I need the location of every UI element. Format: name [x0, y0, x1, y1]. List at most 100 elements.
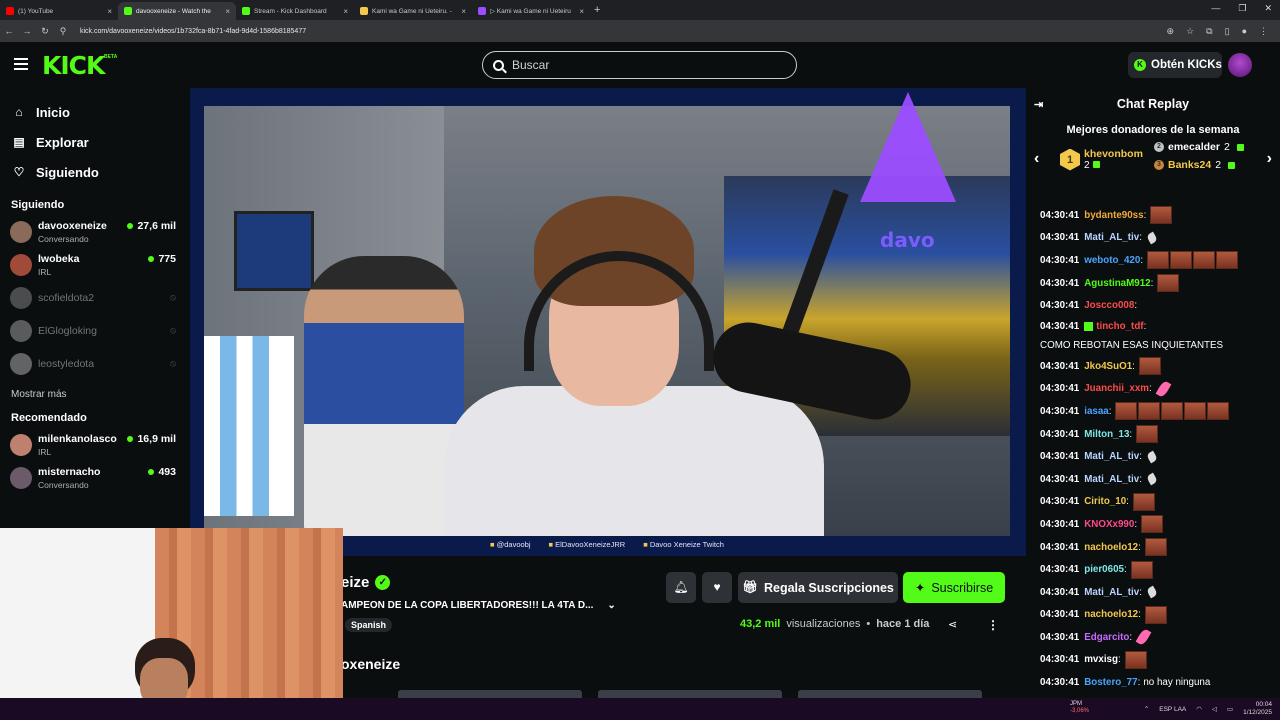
chat-username[interactable]: pier0605: [1084, 562, 1124, 577]
chat-message[interactable]: 04:30:41 pier0605:: [1040, 558, 1280, 581]
tab-close-icon[interactable]: ×: [225, 7, 230, 16]
chat-message[interactable]: 04:30:41 Juanchii_xxm:: [1040, 378, 1280, 401]
chat-message[interactable]: 04:30:41 Joscco008:: [1040, 294, 1280, 317]
channel-name[interactable]: eize: [341, 574, 369, 591]
chat-message[interactable]: 04:30:41 Mati_AL_tiv:: [1040, 581, 1280, 604]
stock-widget[interactable]: JPM -3,06%: [1070, 701, 1089, 715]
chat-username[interactable]: Mati_AL_tiv: [1084, 449, 1139, 464]
extensions-icon[interactable]: ⧉: [1206, 26, 1212, 37]
chat-message[interactable]: 04:30:41 tincho_tdf: COMO REBOTAN ESAS INQ…: [1040, 317, 1280, 355]
sidebar-item-siguiendo[interactable]: ♡ Siguiendo: [0, 157, 188, 187]
donor-third[interactable]: 3 Banks24 2: [1154, 159, 1236, 171]
chevron-right-icon[interactable]: ›: [1267, 150, 1272, 168]
reload-icon[interactable]: ↻: [36, 26, 54, 37]
vod-thumbnail[interactable]: [798, 690, 982, 698]
chevron-down-icon[interactable]: ⌄: [607, 600, 615, 611]
chat-message[interactable]: 04:30:41 AgustinaM912:: [1040, 272, 1280, 295]
collapse-chat-icon[interactable]: ⇥: [1034, 98, 1043, 111]
chat-username[interactable]: Juanchii_xxm: [1084, 381, 1149, 396]
chat-username[interactable]: nachoelo12: [1084, 540, 1138, 555]
follow-heart-button[interactable]: ♥: [702, 572, 732, 603]
maximize-icon[interactable]: ❐: [1238, 3, 1246, 14]
close-window-icon[interactable]: ✕: [1264, 3, 1272, 14]
chat-message[interactable]: 04:30:41 Edgarcito:: [1040, 626, 1280, 649]
sidebar-item-explorar[interactable]: ▤ Explorar: [0, 127, 188, 157]
chat-message[interactable]: 04:30:41 Mati_AL_tiv:: [1040, 468, 1280, 491]
donor-second[interactable]: 2 emecalder 2: [1154, 141, 1244, 153]
lang-indicator[interactable]: ESP LAA: [1159, 706, 1186, 713]
chat-message[interactable]: 04:30:41 mvxisg:: [1040, 649, 1280, 672]
channel-item[interactable]: misternacho Conversando 493: [0, 461, 188, 494]
browser-tab[interactable]: ▷ Kami wa Game ni Ueteiru Ca ×: [472, 2, 590, 20]
chat-username[interactable]: tincho_tdf: [1096, 319, 1143, 334]
chat-username[interactable]: AgustinaM912: [1084, 276, 1150, 291]
share-icon[interactable]: ⋖: [948, 618, 957, 631]
vod-thumbnail[interactable]: [598, 690, 782, 698]
chat-username[interactable]: Mati_AL_tiv: [1084, 230, 1139, 245]
site-info-icon[interactable]: ⚲: [54, 26, 72, 37]
chat-message[interactable]: 04:30:41 weboto_420:: [1040, 249, 1280, 272]
chat-message[interactable]: 04:30:41 Cirito_10:: [1040, 491, 1280, 514]
bookmark-star-icon[interactable]: ☆: [1186, 26, 1194, 37]
browser-tab[interactable]: Stream - Kick Dashboard ×: [236, 2, 354, 20]
menu-icon[interactable]: [14, 58, 28, 70]
chat-username[interactable]: Bostero_77: [1084, 675, 1137, 690]
sidebar-item-inicio[interactable]: ⌂ Inicio: [0, 97, 188, 127]
show-more-link[interactable]: Mostrar más: [0, 384, 188, 406]
chat-message[interactable]: 04:30:41 Bostero_77: no hay ninguna: [1040, 671, 1280, 694]
url-field[interactable]: kick.com/davooxeneize/videos/1b732fca-8b…: [80, 28, 1167, 35]
more-options-icon[interactable]: ⋮: [987, 618, 999, 632]
chat-username[interactable]: Mati_AL_tiv: [1084, 585, 1139, 600]
volume-icon[interactable]: ◁: [1212, 705, 1217, 713]
chat-username[interactable]: Edgarcito: [1084, 630, 1129, 645]
chat-username[interactable]: Jko4SuO1: [1084, 359, 1132, 374]
wifi-icon[interactable]: ◠: [1196, 705, 1202, 713]
browser-tab[interactable]: Kami wa Game ni Ueteiru. - an ×: [354, 2, 472, 20]
gift-subs-button[interactable]: 🎁︎ Regala Suscripciones: [738, 572, 898, 603]
chat-username[interactable]: Mati_AL_tiv: [1084, 472, 1139, 487]
browser-tab[interactable]: davooxeneize - Watch the ×: [118, 2, 236, 20]
chat-username[interactable]: iasaa: [1084, 404, 1109, 419]
channel-item[interactable]: scofieldota2 ⦸: [0, 281, 188, 314]
get-kicks-button[interactable]: K Obtén KICKs: [1128, 52, 1222, 78]
chat-username[interactable]: bydante90ss: [1084, 208, 1143, 223]
chat-message[interactable]: 04:30:41 Jko4SuO1:: [1040, 355, 1280, 378]
chat-message[interactable]: 04:30:41 nachoelo12:: [1040, 536, 1280, 559]
chat-message[interactable]: 04:30:41 Milton_13:: [1040, 423, 1280, 446]
chat-message[interactable]: 04:30:41 KNOXx990:: [1040, 513, 1280, 536]
chat-message[interactable]: 04:30:41 nachoelo12:: [1040, 604, 1280, 627]
chat-username[interactable]: nachoelo12: [1084, 607, 1138, 622]
tab-close-icon[interactable]: ×: [107, 7, 112, 16]
chat-message[interactable]: 04:30:41 Mati_AL_tiv:: [1040, 445, 1280, 468]
user-avatar[interactable]: [1228, 53, 1252, 77]
forward-icon[interactable]: →: [18, 26, 36, 36]
battery-icon[interactable]: ▭: [1227, 705, 1233, 713]
minimize-icon[interactable]: —: [1211, 3, 1220, 14]
zoom-icon[interactable]: ⊕: [1167, 26, 1175, 37]
tab-close-icon[interactable]: ×: [343, 7, 348, 16]
chat-message[interactable]: 04:30:41 bydante90ss:: [1040, 204, 1280, 227]
chat-username[interactable]: weboto_420: [1084, 253, 1140, 268]
clock[interactable]: 00:04 1/12/2025: [1243, 701, 1272, 717]
chat-username[interactable]: Milton_13: [1084, 427, 1129, 442]
vod-thumbnail[interactable]: [398, 690, 582, 698]
tray-chevron-icon[interactable]: ⌃: [1144, 705, 1149, 713]
tab-close-icon[interactable]: ×: [461, 7, 466, 16]
browser-menu-icon[interactable]: ⋮: [1259, 26, 1268, 37]
chat-username[interactable]: mvxisg: [1084, 652, 1118, 667]
channel-item[interactable]: ElGlogloking ⦸: [0, 314, 188, 347]
back-icon[interactable]: ←: [0, 26, 18, 36]
chat-username[interactable]: Joscco008: [1084, 298, 1134, 313]
channel-item[interactable]: lwobeka IRL 775: [0, 248, 188, 281]
channel-item[interactable]: davooxeneize Conversando 27,6 mil: [0, 215, 188, 248]
video-player[interactable]: davo @davoobj ElDavooXeneizeJRR Davoo Xene…: [190, 88, 1026, 556]
channel-item[interactable]: milenkanolasco IRL 16,9 mil: [0, 428, 188, 461]
sidebar-icon[interactable]: ▯: [1225, 26, 1230, 37]
chat-username[interactable]: Cirito_10: [1084, 494, 1126, 509]
new-tab-button[interactable]: +: [594, 4, 600, 16]
chat-message[interactable]: 04:30:41 iasaa:: [1040, 400, 1280, 423]
chevron-left-icon[interactable]: ‹: [1034, 150, 1039, 168]
chat-message[interactable]: 04:30:41 Mati_AL_tiv:: [1040, 227, 1280, 250]
subscribe-button[interactable]: ✦ Suscribirse: [903, 572, 1005, 603]
language-tag[interactable]: Spanish: [345, 618, 393, 632]
